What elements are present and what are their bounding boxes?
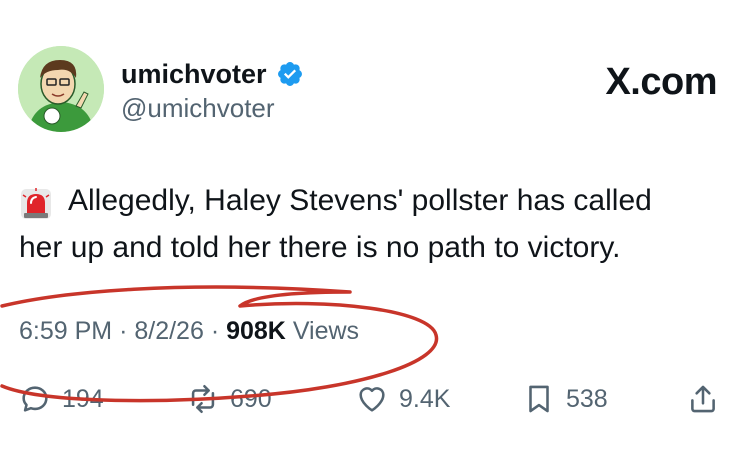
repost-count: 690	[230, 384, 272, 413]
display-name[interactable]: umichvoter	[121, 58, 267, 90]
tweet-meta: 6:59 PM · 8/2/26 · 908K Views	[19, 316, 359, 346]
like-button[interactable]: 9.4K	[355, 377, 450, 421]
meta-separator: ·	[119, 317, 128, 345]
user-handle[interactable]: @umichvoter	[121, 93, 275, 123]
views-count: 908K	[226, 317, 286, 345]
share-icon	[691, 385, 715, 413]
action-bar: 194 690 9.4K 538	[0, 377, 750, 421]
tweet-text-line-2: her up and told her there is no path to …	[19, 231, 621, 264]
siren-emoji-icon	[21, 188, 51, 219]
meta-separator: ·	[210, 317, 220, 345]
views-label: Views	[292, 317, 360, 345]
x-com-logo: X.com	[605, 61, 717, 103]
post-date[interactable]: 8/2/26	[134, 317, 204, 345]
bookmark-count: 538	[566, 384, 608, 413]
share-button[interactable]	[686, 377, 730, 421]
tweet-text-line-1: Allegedly, Haley Stevens' pollster has c…	[68, 184, 652, 217]
bookmark-button[interactable]: 538	[522, 377, 608, 421]
reply-count: 194	[62, 384, 104, 413]
heart-icon	[359, 387, 385, 412]
reply-button[interactable]: 194	[18, 377, 104, 421]
bookmark-icon	[529, 385, 549, 413]
reply-icon	[22, 386, 48, 412]
repost-icon	[191, 384, 215, 414]
avatar[interactable]	[18, 46, 104, 132]
like-count: 9.4K	[399, 384, 451, 413]
verified-badge-icon	[278, 62, 302, 86]
post-time[interactable]: 6:59 PM	[19, 317, 112, 345]
repost-button[interactable]: 690	[186, 377, 272, 421]
